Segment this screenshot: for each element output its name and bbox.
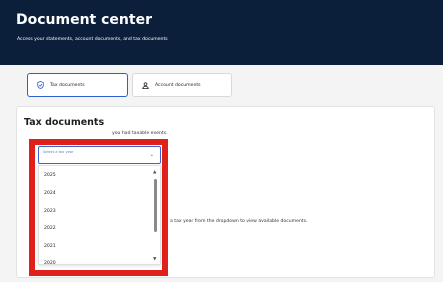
listbox-scrollbar[interactable]: ▲ ▼ [153,170,159,262]
tax-year-option[interactable]: 2021 [44,244,56,249]
scroll-down-arrow-icon[interactable]: ▼ [153,257,156,262]
tax-section-description-text: you had taxable events. [112,131,168,136]
tab-account-documents-label: Account documents [155,82,201,88]
tax-section-hint: a tax year from the dropdown to view ava… [170,219,308,224]
tax-year-listbox[interactable]: 2025 2024 2023 2022 2021 2020 ▲ ▼ [38,165,161,265]
scrollbar-thumb[interactable] [154,179,157,232]
chevron-down-icon: ⌄ [149,152,154,158]
shield-check-icon [37,81,44,89]
tab-account-documents[interactable]: Account documents [132,73,232,97]
tax-year-select[interactable]: Select a tax year ⌄ [38,146,161,164]
tab-tax-documents-label: Tax documents [50,82,85,88]
scroll-up-arrow-icon[interactable]: ▲ [153,170,156,175]
tax-year-option[interactable]: 2022 [44,226,56,231]
page-header: Document center Access your statements, … [0,0,443,65]
person-icon [142,81,149,89]
tax-year-option[interactable]: 2023 [44,209,56,214]
tax-year-option[interactable]: 2024 [44,191,56,196]
page-subtitle: Access your statements, account document… [17,37,168,42]
page-title: Document center [16,12,152,28]
tab-tax-documents[interactable]: Tax documents [27,73,128,97]
tax-section-title: Tax documents [24,117,105,128]
tax-year-option[interactable]: 2020 [44,261,56,264]
tax-section-description: you had taxable events. [112,131,168,136]
tax-year-placeholder: Select a tax year [43,150,74,154]
tax-year-option[interactable]: 2025 [44,173,56,178]
